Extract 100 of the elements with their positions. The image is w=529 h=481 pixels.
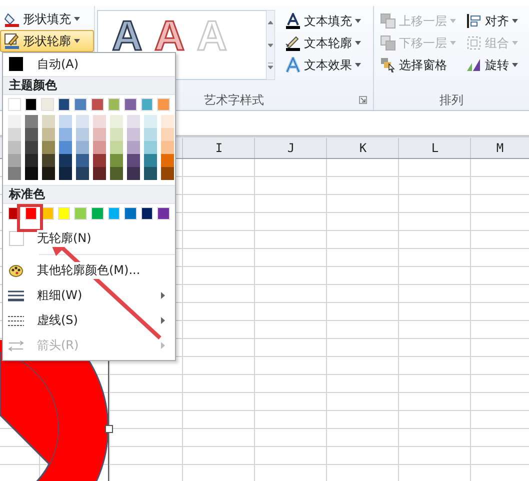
color-swatch[interactable] [110,167,123,180]
color-swatch[interactable] [76,167,89,180]
color-swatch[interactable] [8,115,21,128]
color-swatch[interactable] [8,154,21,167]
group-icon [466,35,482,51]
color-swatch[interactable] [161,128,174,141]
ribbon-button[interactable]: 选择窗格 [376,54,460,76]
color-swatch[interactable] [161,167,174,180]
column-header[interactable]: K [359,141,367,155]
color-swatch[interactable] [59,128,72,141]
color-swatch[interactable] [90,207,104,220]
color-swatch[interactable] [110,141,123,154]
color-swatch[interactable] [93,128,106,141]
highlight-box [17,204,43,232]
menu-item[interactable]: 其他轮廓颜色(M)... [3,258,175,283]
color-swatch[interactable] [93,154,106,167]
layers-icon [380,35,396,51]
color-swatch[interactable] [24,207,38,220]
color-swatch[interactable] [108,207,120,220]
menu-item[interactable]: 无轮廓(N) [3,226,175,251]
color-swatch[interactable] [42,141,55,154]
color-swatch[interactable] [74,98,87,111]
menu-item[interactable]: 粗细(W) [3,283,175,308]
color-swatch[interactable] [124,98,137,111]
color-swatch[interactable] [76,128,89,141]
color-swatch[interactable] [25,115,38,128]
gallery-scroll-icon[interactable] [266,10,275,80]
color-swatch[interactable] [76,141,89,154]
column-header[interactable]: L [431,141,439,155]
color-swatch[interactable] [110,115,123,128]
color-swatch[interactable] [144,128,157,141]
color-swatch[interactable] [59,141,72,154]
color-swatch[interactable] [127,128,140,141]
color-swatch[interactable] [58,98,70,111]
color-swatch[interactable] [8,141,21,154]
color-swatch[interactable] [8,128,21,141]
color-swatch[interactable] [157,98,170,111]
color-swatch[interactable] [25,128,38,141]
ribbon-button[interactable]: 文本效果 [281,54,365,76]
color-swatch[interactable] [127,115,140,128]
color-swatch[interactable] [24,98,38,111]
color-swatch[interactable] [157,207,170,220]
color-swatch[interactable] [161,141,174,154]
color-swatch[interactable] [144,115,157,128]
resize-handle[interactable] [105,425,113,433]
color-swatch[interactable] [127,154,140,167]
color-swatch[interactable] [144,141,157,154]
column-header[interactable]: M [496,141,504,155]
color-swatch[interactable] [144,167,157,180]
color-swatch[interactable] [124,207,137,220]
ribbon-button[interactable]: 旋转 [462,54,522,76]
color-swatch[interactable] [140,98,154,111]
color-swatch[interactable] [41,98,54,111]
color-swatch[interactable] [25,141,38,154]
ribbon-button[interactable]: 文本填充 [281,10,365,32]
color-swatch[interactable] [74,207,87,220]
arrows-icon [8,340,24,352]
color-swatch[interactable] [25,167,38,180]
color-swatch[interactable] [140,207,154,220]
color-swatch[interactable] [90,98,104,111]
dialog-launcher-icon[interactable] [359,96,367,104]
color-swatch[interactable] [59,167,72,180]
color-swatch[interactable] [110,154,123,167]
color-swatch[interactable] [8,167,21,180]
color-swatch[interactable] [42,115,55,128]
ribbon-button[interactable]: 对齐 [462,10,522,32]
color-swatch[interactable] [161,115,174,128]
group-label: 艺术字样式 [204,92,264,108]
color-swatch[interactable] [76,154,89,167]
color-swatch[interactable] [8,98,21,111]
palette-icon [9,264,23,278]
caret-icon [355,41,361,45]
color-swatch[interactable] [93,115,106,128]
color-swatch[interactable] [93,167,106,180]
color-swatch[interactable] [144,154,157,167]
color-swatch[interactable] [42,167,55,180]
color-swatch[interactable] [59,115,72,128]
layers-icon [380,13,396,29]
color-swatch[interactable] [76,115,89,128]
menu-item[interactable]: 虚线(S) [3,308,175,333]
column-header[interactable]: I [215,141,223,155]
color-swatch[interactable] [127,141,140,154]
color-swatch[interactable] [58,207,70,220]
menu-item[interactable]: 自动(A) [3,53,175,75]
color-swatch[interactable] [25,154,38,167]
color-swatch[interactable] [42,154,55,167]
column-header[interactable]: J [287,141,295,155]
color-swatch[interactable] [59,154,72,167]
pen-icon [285,35,301,51]
color-swatch[interactable] [42,128,55,141]
color-swatch[interactable] [161,154,174,167]
dash-lines-icon [8,314,24,326]
ribbon-button[interactable]: 文本轮廓 [281,32,365,54]
color-swatch[interactable] [108,98,120,111]
color-swatch[interactable] [93,141,106,154]
ribbon-button[interactable]: 形状轮廓 [0,30,94,52]
ribbon-button[interactable]: 形状填充 [0,8,94,30]
align-icon [466,13,482,29]
color-swatch[interactable] [127,167,140,180]
color-swatch[interactable] [110,128,123,141]
